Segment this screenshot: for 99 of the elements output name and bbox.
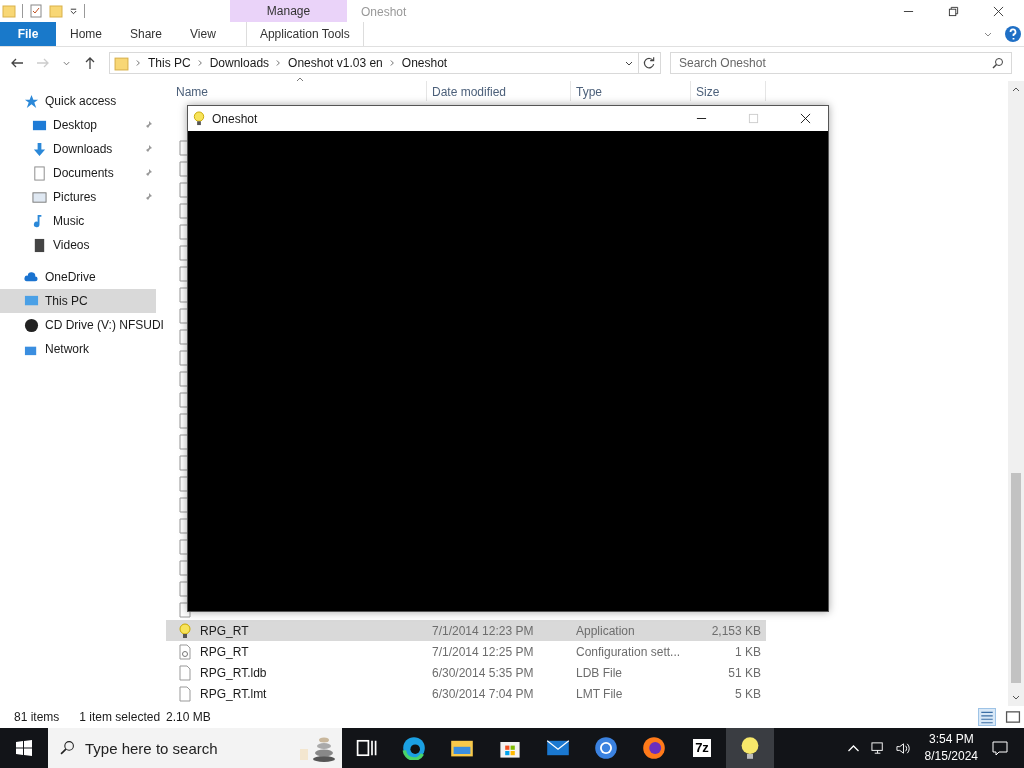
nav-item[interactable]: Videos (0, 233, 156, 257)
search-icon (60, 740, 75, 755)
refresh-icon (642, 56, 656, 70)
file-name: RPG_RT.lmt (200, 686, 267, 701)
edge-swirl-icon (402, 736, 426, 760)
size-cell-text: 2,153 KB (710, 623, 762, 638)
file-row[interactable]: RPG_RT 7/1/2014 12:23 PM Application 2,153 KB (166, 620, 766, 641)
window-title: Oneshot (212, 111, 258, 126)
chevron-right-icon (389, 59, 395, 67)
file-name: RPG_RT.ldb (200, 665, 267, 680)
column-header[interactable]: Date modified (427, 81, 571, 101)
type-cell-text: LMT File (575, 686, 624, 701)
file-icon (179, 685, 191, 702)
nav-item[interactable]: OneDrive (0, 265, 156, 289)
scrollbar[interactable] (1008, 81, 1024, 706)
properties-icon[interactable] (29, 4, 43, 18)
star-icon (24, 93, 39, 109)
large-icons-view-icon[interactable] (1004, 708, 1022, 726)
clock-date[interactable]: 8/15/2024 (924, 748, 978, 765)
nav-item[interactable]: CD Drive (V:) NFSUDI (0, 313, 164, 337)
windows-logo-icon[interactable] (16, 740, 32, 756)
back-arrow-icon[interactable] (10, 56, 24, 70)
file-icon (179, 664, 191, 681)
search-icon (992, 57, 1004, 69)
notification-icon[interactable] (992, 740, 1008, 756)
nav-item[interactable]: Desktop (0, 113, 156, 137)
folder-icon (114, 55, 129, 71)
search-field[interactable]: Search Oneshot (670, 52, 1012, 74)
breadcrumb-item[interactable]: Oneshot (401, 56, 448, 70)
file-name: RPG_RT (200, 644, 249, 659)
breadcrumb-item[interactable]: Downloads (209, 56, 270, 70)
chevron-right-icon (197, 59, 203, 67)
refresh-button[interactable] (639, 52, 661, 74)
address-bar[interactable]: This PC Downloads Oneshot v1.03 en Oneshot (109, 52, 639, 74)
taskbar-app[interactable]: 7z (678, 728, 726, 768)
file-row[interactable]: RPG_RT 7/1/2014 12:25 PM Configuration sett... 1 KB (166, 641, 766, 662)
details-view-icon[interactable] (978, 708, 996, 726)
lightbulb-icon (193, 111, 205, 126)
lightbulb-icon (179, 622, 191, 639)
fox-globe-icon (642, 736, 666, 760)
ribbon-tab[interactable]: Home (56, 22, 116, 46)
window-title: Oneshot (361, 4, 407, 21)
nav-item[interactable]: Network (0, 337, 156, 361)
close-icon[interactable] (993, 5, 1004, 17)
up-arrow-icon[interactable] (83, 56, 97, 70)
type-cell-text: LDB File (575, 665, 623, 680)
file-row[interactable]: RPG_RT.ldb 6/30/2014 5:35 PM LDB File 51 KB (166, 662, 766, 683)
selection-size: 2.10 MB (166, 710, 211, 724)
nav-item[interactable]: Pictures (0, 185, 156, 209)
file-tab[interactable]: File (0, 22, 56, 46)
size-cell-text: 5 KB (734, 686, 762, 701)
picture-icon (32, 189, 47, 205)
ring-icon (594, 736, 618, 760)
sort-caret-icon (296, 77, 304, 82)
column-header[interactable]: Size (691, 81, 766, 101)
date-cell-text: 7/1/2014 12:23 PM (431, 623, 535, 638)
scroll-thumb[interactable] (1011, 473, 1021, 683)
chevron-right-icon (136, 59, 141, 67)
scroll-up-icon[interactable] (1012, 87, 1020, 92)
size-cell-text: 1 KB (734, 644, 762, 659)
nav-item[interactable]: Downloads (0, 137, 156, 161)
item-count: 81 items (14, 710, 60, 724)
breadcrumb-item[interactable]: This PC (148, 56, 191, 70)
close-icon[interactable] (800, 113, 811, 124)
nav-item[interactable]: Music (0, 209, 156, 233)
film-icon (32, 237, 47, 253)
taskbar-app[interactable] (726, 728, 774, 768)
download-arrow-icon (32, 141, 47, 157)
nav-item[interactable]: Documents (0, 161, 156, 185)
document-icon (32, 165, 47, 181)
type-cell-text: Configuration sett... (575, 644, 682, 659)
date-cell-text: 6/30/2014 5:35 PM (431, 665, 535, 680)
file-row[interactable]: RPG_RT.lmt 6/30/2014 7:04 PM LMT File 5 KB (166, 683, 766, 704)
ribbon-tab[interactable]: Share (116, 22, 177, 46)
restore-icon[interactable] (948, 5, 959, 17)
nav-item[interactable]: This PC (0, 289, 156, 313)
ribbon-tab[interactable]: View (176, 22, 230, 46)
speaker-icon[interactable] (895, 740, 911, 756)
selection-status: 1 item selected (79, 710, 161, 724)
size-cell-text: 51 KB (727, 665, 762, 680)
scroll-down-icon[interactable] (1012, 695, 1020, 700)
maximize-icon (748, 113, 759, 124)
help-icon[interactable] (1005, 26, 1021, 42)
archive-app-label: 7z (693, 739, 711, 757)
chevron-right-icon (276, 59, 282, 67)
breadcrumb-item[interactable]: Oneshot v1.03 en (288, 56, 383, 70)
column-header[interactable]: Name (166, 81, 427, 101)
nav-item[interactable]: Quick access (0, 89, 156, 113)
settings-file-icon (179, 643, 191, 660)
type-cell-text: Application (575, 623, 636, 638)
taskbar-search-field[interactable]: Type here to search (48, 728, 342, 768)
clock-time[interactable]: 3:54 PM (928, 731, 974, 748)
network-icon[interactable] (870, 740, 886, 756)
column-header[interactable]: Type (571, 81, 691, 101)
date-cell-text: 7/1/2014 12:25 PM (431, 644, 535, 659)
file-name: RPG_RT (200, 623, 249, 638)
contextual-tab-header: Manage (230, 0, 347, 22)
date-cell-text: 6/30/2014 7:04 PM (431, 686, 535, 701)
disc-icon (24, 317, 39, 333)
